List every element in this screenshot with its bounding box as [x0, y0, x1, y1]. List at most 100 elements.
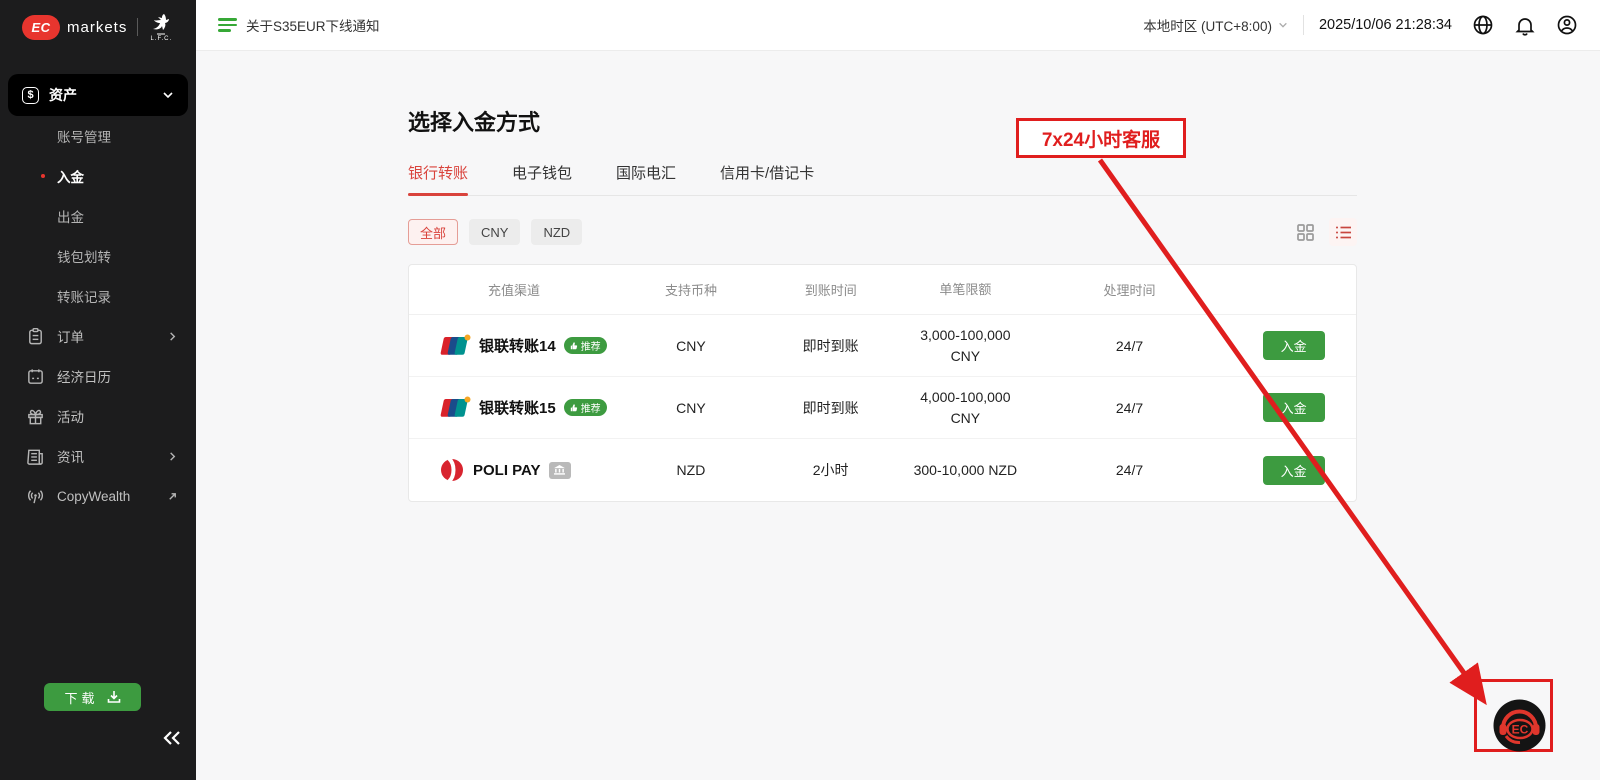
sidebar-item-label: 订单 [57, 326, 155, 346]
poli-pay-logo-icon [439, 457, 465, 483]
sidebar-item-orders[interactable]: 订单 [0, 316, 196, 356]
cell-processing: 24/7 [1028, 338, 1232, 354]
limit-currency: CNY [903, 408, 1028, 429]
sidebar-menu: $ 资产 账号管理 入金 出金 钱包划转 转账记录 订单 经济日历 活动 [0, 74, 196, 516]
list-view-icon[interactable] [1329, 218, 1357, 246]
calendar-icon [26, 367, 45, 386]
tab-bank-transfer[interactable]: 银行转账 [408, 162, 468, 195]
download-button-label: 下载 [64, 688, 98, 707]
deposit-button[interactable]: 入金 [1263, 456, 1325, 485]
deposit-button[interactable]: 入金 [1263, 331, 1325, 360]
unionpay-logo-icon [439, 334, 471, 358]
filter-chip-all[interactable]: 全部 [408, 219, 458, 245]
cell-processing: 24/7 [1028, 400, 1232, 416]
tab-credit-debit-card[interactable]: 信用卡/借记卡 [720, 162, 814, 195]
gift-icon [26, 407, 45, 426]
sidebar-item-transfer-records[interactable]: 转账记录 [0, 276, 196, 316]
collapse-sidebar-icon[interactable] [162, 729, 182, 747]
svg-text:EC: EC [1512, 723, 1529, 737]
col-header-channel: 充值渠道 [409, 280, 624, 299]
download-button[interactable]: 下载 [44, 683, 141, 711]
cell-processing: 24/7 [1028, 462, 1232, 478]
main-content: 选择入金方式 银行转账 电子钱包 国际电汇 信用卡/借记卡 全部 CNY NZD… [196, 51, 1600, 780]
brand-logo: EC markets L.F.C. [0, 0, 196, 42]
recommend-badge: 推荐 [564, 337, 607, 354]
sidebar-item-label: 转账记录 [57, 286, 111, 306]
col-header-currency: 支持币种 [624, 280, 759, 299]
deposit-channels-table: 充值渠道 支持币种 到账时间 单笔限额 处理时间 银联转账14 [408, 264, 1357, 502]
sidebar-item-news[interactable]: 资讯 [0, 436, 196, 476]
cell-currency: CNY [624, 400, 759, 416]
cell-currency: CNY [624, 338, 759, 354]
filter-chip-cny[interactable]: CNY [469, 219, 520, 245]
cell-arrival: 即时到账 [758, 398, 903, 418]
announcement-lines-icon [218, 18, 237, 32]
announcement-text: 关于S35EUR下线通知 [246, 15, 380, 35]
sidebar-item-label: 钱包划转 [57, 246, 111, 266]
logo-divider [137, 18, 138, 36]
col-header-arrival: 到账时间 [758, 280, 903, 299]
customer-service-button[interactable]: EC [1492, 698, 1547, 753]
currency-filter-row: 全部 CNY NZD [408, 218, 1357, 246]
sidebar-item-copywealth[interactable]: CopyWealth [0, 476, 196, 516]
chevron-right-icon [167, 451, 178, 462]
channel-name: 银联转账15 [479, 397, 556, 418]
user-account-icon[interactable] [1556, 14, 1578, 36]
page-title: 选择入金方式 [408, 105, 1357, 137]
sidebar-item-account-management[interactable]: 账号管理 [0, 116, 196, 156]
sidebar-item-withdrawal[interactable]: 出金 [0, 196, 196, 236]
sidebar: EC markets L.F.C. $ 资产 账号管理 入金 出金 钱包划转 转… [0, 0, 196, 780]
current-datetime: 2025/10/06 21:28:34 [1319, 17, 1452, 33]
channel-name: POLI PAY [473, 462, 541, 479]
recommend-badge-label: 推荐 [581, 400, 601, 415]
channel-name: 银联转账14 [479, 335, 556, 356]
bank-badge [549, 462, 571, 479]
cell-limit: 3,000-100,000 CNY [903, 325, 1028, 367]
sidebar-item-label: 资产 [49, 85, 162, 105]
col-header-processing: 处理时间 [1028, 280, 1232, 299]
cell-currency: NZD [624, 462, 759, 478]
topbar: 关于S35EUR下线通知 本地时区 (UTC+8:00) 2025/10/06 … [196, 0, 1600, 51]
chevron-down-icon [1278, 20, 1288, 30]
unionpay-logo-icon [439, 396, 471, 420]
topbar-divider [1303, 15, 1304, 35]
lfc-logo: L.F.C. [148, 12, 174, 42]
thumbs-up-icon [570, 404, 578, 412]
recommend-badge: 推荐 [564, 399, 607, 416]
sidebar-item-promotions[interactable]: 活动 [0, 396, 196, 436]
cell-limit: 300-10,000 NZD [903, 460, 1028, 481]
limit-amount: 3,000-100,000 [903, 325, 1028, 346]
deposit-button[interactable]: 入金 [1263, 393, 1325, 422]
filter-chip-nzd[interactable]: NZD [531, 219, 582, 245]
broadcast-icon [26, 487, 45, 506]
news-icon [26, 447, 45, 466]
sidebar-item-deposit[interactable]: 入金 [0, 156, 196, 196]
tab-international-wire[interactable]: 国际电汇 [616, 162, 676, 195]
limit-currency: CNY [903, 346, 1028, 367]
bank-icon [554, 465, 565, 475]
language-globe-icon[interactable] [1472, 14, 1494, 36]
grid-view-icon[interactable] [1291, 218, 1319, 246]
notifications-bell-icon[interactable] [1514, 14, 1536, 36]
timezone-selector[interactable]: 本地时区 (UTC+8:00) [1143, 15, 1288, 35]
chevron-right-icon [167, 331, 178, 342]
deposit-method-tabs: 银行转账 电子钱包 国际电汇 信用卡/借记卡 [408, 162, 1357, 196]
cell-arrival: 2小时 [758, 460, 903, 480]
sidebar-item-label: 账号管理 [57, 126, 111, 146]
thumbs-up-icon [570, 342, 578, 350]
sidebar-item-label: 入金 [57, 166, 84, 186]
tab-e-wallet[interactable]: 电子钱包 [512, 162, 572, 195]
sidebar-item-label: 资讯 [57, 446, 155, 466]
sidebar-item-label: CopyWealth [57, 489, 155, 504]
cell-limit: 4,000-100,000 CNY [903, 387, 1028, 429]
sidebar-item-wallet-transfer[interactable]: 钱包划转 [0, 236, 196, 276]
ec-markets-logo-icon: EC [22, 15, 60, 40]
brand-markets-label: markets [67, 19, 127, 36]
view-toggles [1291, 218, 1357, 246]
sidebar-item-assets[interactable]: $ 资产 [8, 74, 188, 116]
sidebar-item-economic-calendar[interactable]: 经济日历 [0, 356, 196, 396]
external-link-arrow-icon [167, 491, 178, 502]
announcement[interactable]: 关于S35EUR下线通知 [218, 15, 380, 35]
topbar-right: 本地时区 (UTC+8:00) 2025/10/06 21:28:34 [1143, 14, 1578, 36]
table-header-row: 充值渠道 支持币种 到账时间 单笔限额 处理时间 [409, 265, 1356, 315]
